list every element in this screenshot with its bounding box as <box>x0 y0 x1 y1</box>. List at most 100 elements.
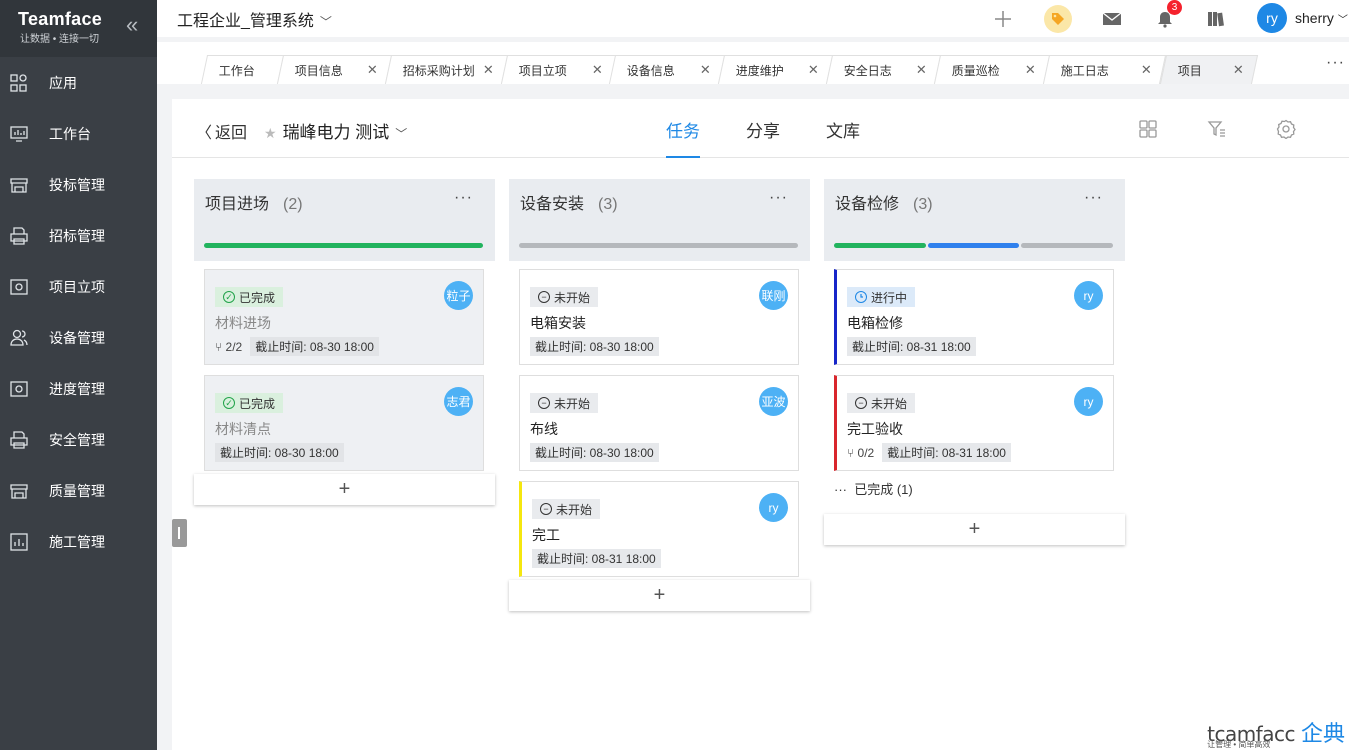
minus-circle-icon: − <box>538 397 550 409</box>
progress-segment <box>519 243 798 248</box>
collapse-sidebar-icon[interactable]: « <box>126 12 138 38</box>
system-title: 工程企业_管理系统 <box>177 13 314 30</box>
close-icon[interactable]: ✕ <box>1025 62 1036 78</box>
assignee-avatar[interactable]: 联刚 <box>759 281 788 310</box>
assignee-avatar[interactable]: ry <box>1074 387 1103 416</box>
sidebar-item-4[interactable]: 项目立项 <box>0 261 157 312</box>
task-title: 材料清点 <box>215 421 271 437</box>
tab-bar: 工作台 项目信息 ✕ 招标采购计划 ✕ 项目立项 ✕ 设备信息 ✕ 进度维护 ✕ 安全日志 ✕ 质量巡检 ✕… <box>157 42 1349 84</box>
column-more-icon[interactable]: ··· <box>769 189 788 207</box>
top-bar: 工程企业_管理系统 ﹀ 3 ry sherry ﹀ <box>157 0 1349 37</box>
assignee-avatar[interactable]: 志君 <box>444 387 473 416</box>
column-progress <box>519 243 798 248</box>
close-icon[interactable]: ✕ <box>808 62 819 78</box>
assignee-avatar[interactable]: ry <box>1074 281 1103 310</box>
tab-0[interactable]: 工作台 <box>200 55 285 84</box>
grid-view-icon[interactable] <box>1138 119 1158 139</box>
project-name: 瑞峰电力 测试 <box>282 123 390 142</box>
tag-icon[interactable] <box>1044 5 1072 33</box>
tab-6[interactable]: 安全日志 ✕ <box>825 55 942 84</box>
column-title: 设备检修 (3) <box>835 196 933 213</box>
sidebar-item-9[interactable]: 施工管理 <box>0 516 157 567</box>
task-card[interactable]: ✓ 已完成 材料清点 截止时间: 08-30 18:00 志君 <box>204 375 484 471</box>
sidebar-item-0[interactable]: 应用 <box>0 57 157 108</box>
grid-icon <box>10 73 28 92</box>
board-column: 项目进场 (2) ··· ✓ 已完成 材料进场 ⑂ 2/2 截止时间: 08-30 18:00… <box>194 179 495 505</box>
close-icon[interactable]: ✕ <box>483 62 494 78</box>
close-icon[interactable]: ✕ <box>700 62 711 78</box>
close-icon[interactable]: ✕ <box>1141 62 1152 78</box>
assignee-avatar[interactable]: ry <box>759 493 788 522</box>
sidebar-item-5[interactable]: 设备管理 <box>0 312 157 363</box>
column-title: 项目进场 (2) <box>205 196 303 213</box>
task-title: 电箱安装 <box>530 315 586 331</box>
add-icon[interactable] <box>989 5 1017 33</box>
column-count: (2) <box>283 196 303 213</box>
add-task-button[interactable]: + <box>194 474 495 505</box>
user-avatar[interactable]: ry <box>1257 3 1287 33</box>
mail-icon[interactable] <box>1098 5 1126 33</box>
task-card[interactable]: ✓ 已完成 材料进场 ⑂ 2/2 截止时间: 08-30 18:00 粒子 <box>204 269 484 365</box>
close-icon[interactable]: ✕ <box>367 62 378 78</box>
assignee-avatar[interactable]: 粒子 <box>444 281 473 310</box>
user-menu[interactable]: sherry ﹀ <box>1295 10 1348 26</box>
add-task-button[interactable]: + <box>509 580 810 611</box>
tab-5[interactable]: 进度维护 ✕ <box>717 55 834 84</box>
more-tabs-icon[interactable]: ··· <box>1326 54 1345 72</box>
tab-4[interactable]: 设备信息 ✕ <box>608 55 726 84</box>
tab-library[interactable]: 文库 <box>826 117 860 158</box>
deadline: 截止时间: 08-31 18:00 <box>847 337 976 356</box>
column-more-icon[interactable]: ··· <box>1084 189 1103 207</box>
tab-share[interactable]: 分享 <box>746 117 780 158</box>
system-switcher[interactable]: 工程企业_管理系统 ﹀ <box>177 7 332 31</box>
task-card[interactable]: − 未开始 完工验收 ⑂ 0/2 截止时间: 08-31 18:00 ry <box>834 375 1114 471</box>
panel-resize-handle[interactable] <box>172 519 187 547</box>
task-meta: 截止时间: 08-30 18:00 <box>530 443 659 462</box>
dashboard-icon <box>10 125 28 143</box>
assignee-avatar[interactable]: 亚波 <box>759 387 788 416</box>
book-icon[interactable] <box>1202 5 1230 33</box>
tab-label: 项目立项 <box>518 63 567 78</box>
task-card[interactable]: 进行中 电箱检修 截止时间: 08-31 18:00 ry <box>834 269 1114 365</box>
task-card[interactable]: − 未开始 完工 截止时间: 08-31 18:00 ry <box>519 481 799 577</box>
plus-icon: + <box>338 478 351 500</box>
task-card[interactable]: − 未开始 布线 截止时间: 08-30 18:00 亚波 <box>519 375 799 471</box>
close-icon[interactable]: ✕ <box>592 62 603 78</box>
settings-icon[interactable] <box>1276 119 1296 140</box>
sidebar-item-label: 招标管理 <box>49 227 105 244</box>
sidebar-item-2[interactable]: 投标管理 <box>0 159 157 210</box>
tab-2[interactable]: 招标采购计划 ✕ <box>384 55 509 84</box>
back-button[interactable]: 〈返回 <box>196 119 247 143</box>
tab-3[interactable]: 项目立项 ✕ <box>500 55 618 84</box>
back-label: 返回 <box>215 125 248 142</box>
deadline: 截止时间: 08-30 18:00 <box>215 443 344 462</box>
add-task-button[interactable]: + <box>824 514 1125 545</box>
tab-7[interactable]: 质量巡检 ✕ <box>933 55 1051 84</box>
project-switcher[interactable]: ★ 瑞峰电力 测试 ﹀ <box>264 118 407 143</box>
tab-tasks[interactable]: 任务 <box>666 117 700 158</box>
tab-label: 设备信息 <box>626 63 675 78</box>
tab-1[interactable]: 项目信息 ✕ <box>276 55 393 84</box>
sidebar-item-6[interactable]: 进度管理 <box>0 363 157 414</box>
chevron-down-icon: ﹀ <box>1337 15 1348 26</box>
sidebar-item-3[interactable]: 招标管理 <box>0 210 157 261</box>
tab-9[interactable]: 项目 ✕ <box>1159 55 1259 84</box>
clock-icon <box>855 291 867 303</box>
column-more-icon[interactable]: ··· <box>454 189 473 207</box>
store-icon <box>10 482 28 500</box>
deadline: 截止时间: 08-30 18:00 <box>250 337 379 356</box>
brand-slogan: 让数据 • 连接一切 <box>20 34 100 45</box>
sidebar-item-label: 施工管理 <box>49 533 105 550</box>
filter-icon[interactable] <box>1207 119 1227 139</box>
tab-8[interactable]: 施工日志 ✕ <box>1042 55 1167 84</box>
task-card[interactable]: − 未开始 电箱安装 截止时间: 08-30 18:00 联刚 <box>519 269 799 365</box>
sidebar-item-7[interactable]: 安全管理 <box>0 414 157 465</box>
close-icon[interactable]: ✕ <box>916 62 927 78</box>
star-icon[interactable]: ★ <box>264 125 277 141</box>
sidebar-item-8[interactable]: 质量管理 <box>0 465 157 516</box>
column-count: (3) <box>913 196 933 213</box>
close-icon[interactable]: ✕ <box>1233 62 1244 78</box>
deadline: 截止时间: 08-30 18:00 <box>530 443 659 462</box>
sidebar-item-1[interactable]: 工作台 <box>0 108 157 159</box>
completed-tasks-link[interactable]: ··· 已完成 (1) <box>834 479 913 498</box>
